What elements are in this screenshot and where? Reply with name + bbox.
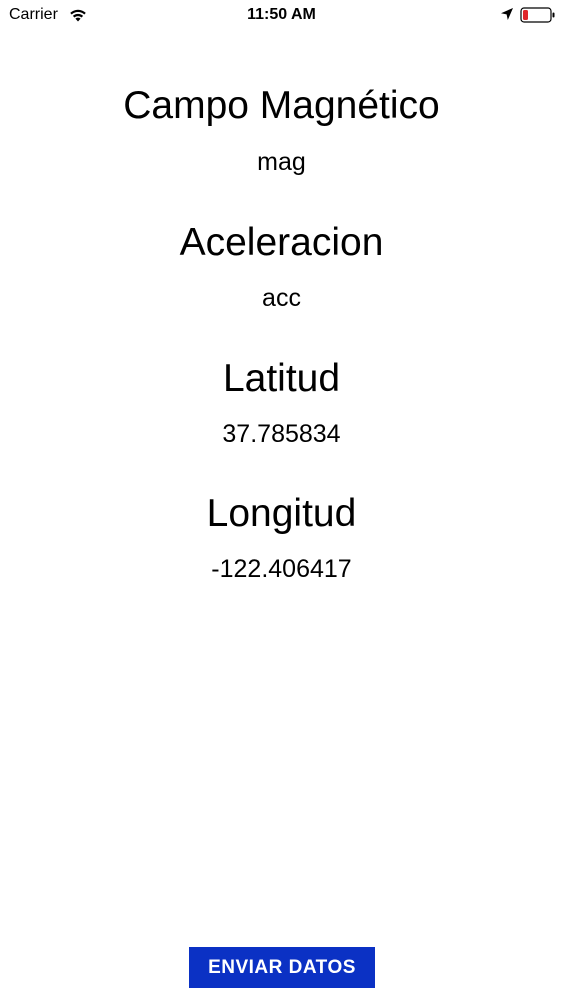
longitude-label: Longitud xyxy=(206,492,357,535)
acceleration-label: Aceleracion xyxy=(179,221,384,264)
send-data-button[interactable]: ENVIAR DATOS xyxy=(189,947,375,988)
latitude-value: 37.785834 xyxy=(222,420,341,448)
status-time: 11:50 AM xyxy=(247,6,316,23)
magnetic-field-label: Campo Magnético xyxy=(123,84,440,127)
location-arrow-icon xyxy=(501,8,513,20)
acceleration-value: acc xyxy=(262,284,301,312)
latitude-label: Latitud xyxy=(222,357,341,400)
battery-icon xyxy=(520,7,555,23)
longitude-value: -122.406417 xyxy=(211,555,352,583)
status-bar: Carrier 11:50 AM xyxy=(0,0,563,30)
magnetic-field-value: mag xyxy=(257,148,306,176)
